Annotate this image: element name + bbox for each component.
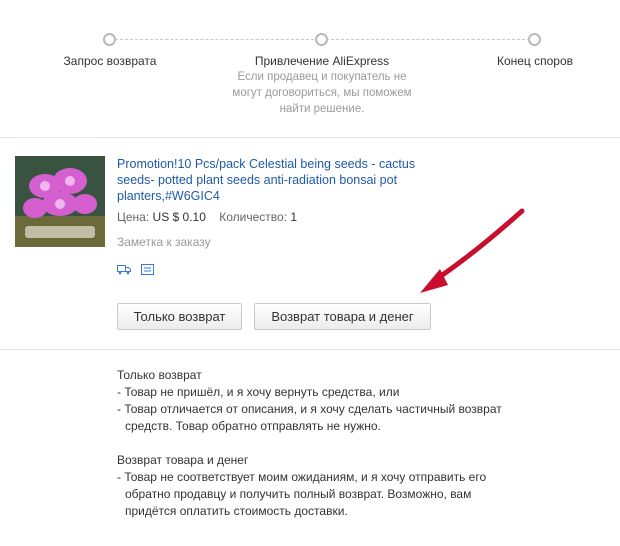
order-note: Заметка к заказу [117,235,211,249]
step-label-aliexpress: Привлечение AliExpress [254,54,390,68]
product-title-link[interactable]: Promotion!10 Pcs/pack Celestial being se… [117,156,447,204]
receipt-icon[interactable] [141,262,155,280]
explanation-line: - Товар отличается от описания, и я хочу… [117,402,502,416]
price-label: Цена: [117,210,150,224]
delivery-truck-icon[interactable] [117,262,131,280]
step-dot-end [528,33,541,46]
step-dot-request [103,33,116,46]
step-label-end: Конец споров [496,54,574,68]
dispute-progress: Запрос возврата Привлечение AliExpress Е… [0,0,620,135]
explanation-only-refund: Только возврат - Товар не пришёл, и я хо… [117,367,547,435]
explanation-line: придётся оплатить стоимость доставки. [125,504,348,518]
explanation-line: - Товар не соответствует моим ожиданиям,… [117,470,487,484]
price-value: US $ 0.10 [152,210,206,224]
quantity-label: Количество: [219,210,288,224]
quantity-value: 1 [290,210,298,224]
product-meta: Цена: US $ 0.10 Количество: 1 [117,210,297,224]
step-description-aliexpress: Если продавец и покупатель не могут дого… [232,71,412,115]
return-and-refund-button[interactable]: Возврат товара и денег [254,303,431,330]
only-refund-button[interactable]: Только возврат [117,303,242,330]
explanation-line: обратно продавцу и получить полный возвр… [125,487,472,501]
divider-middle [0,349,620,350]
explanation-line: средств. Товар обратно отправлять не нуж… [125,419,381,433]
explanation-title: Только возврат [117,368,202,382]
divider-top [0,137,620,138]
product-thumbnail[interactable] [15,156,105,247]
explanation-return-and-refund: Возврат товара и денег - Товар не соотве… [117,452,547,520]
red-pointer-arrow-icon [420,208,525,293]
step-label-request: Запрос возврата [63,54,157,68]
explanation-line: - Товар не пришёл, и я хочу вернуть сред… [117,385,400,399]
product-icons [117,262,160,280]
step-dot-aliexpress [315,33,328,46]
explanation-title: Возврат товара и денег [117,453,249,467]
